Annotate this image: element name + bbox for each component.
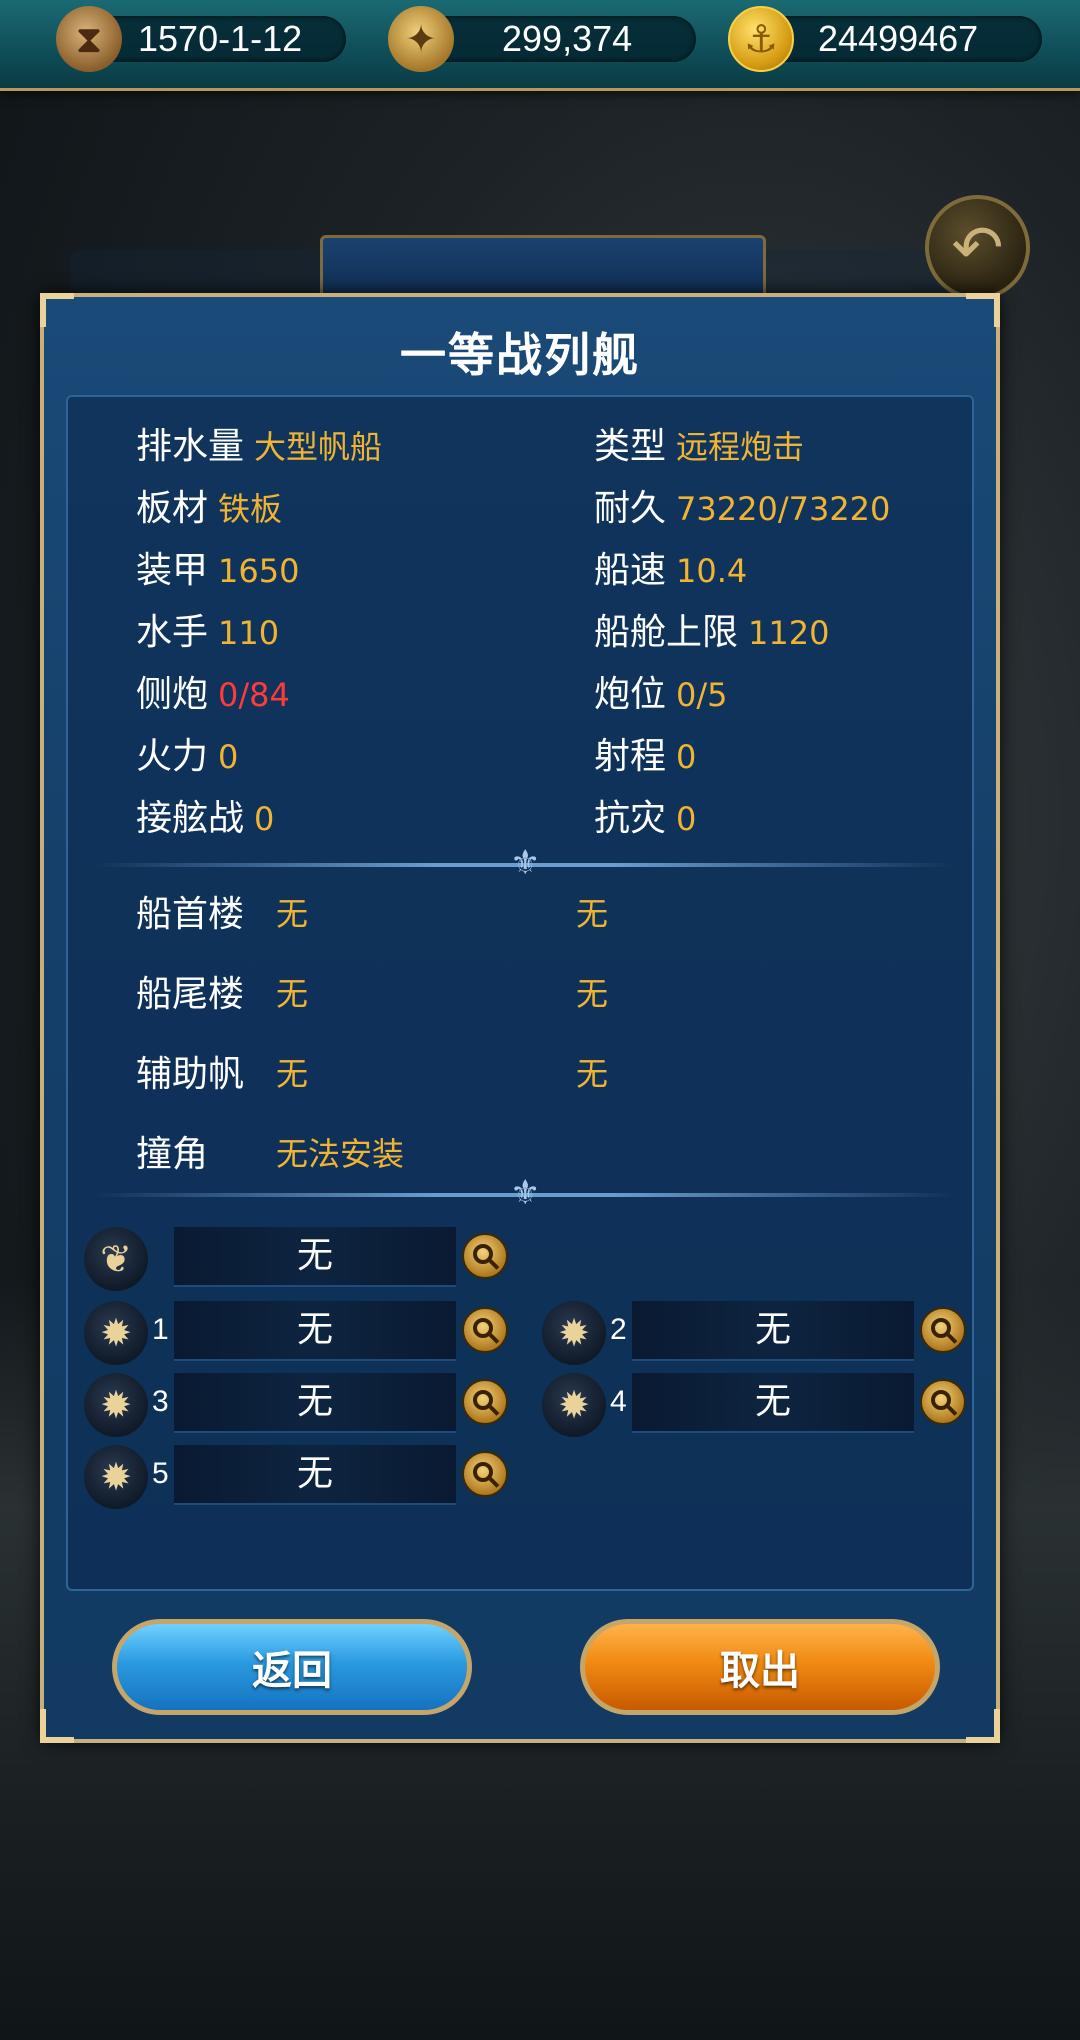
cannon-slot-number: 4: [610, 1385, 627, 1418]
cannon-slot-5-magnify-button[interactable]: [462, 1451, 508, 1497]
hourglass-icon: ⧗: [56, 6, 122, 72]
compass-value: 299,374: [502, 18, 633, 59]
stat-displacement: 排水量 大型帆船: [136, 426, 383, 467]
equip-forecastle-slot1[interactable]: 无: [276, 889, 308, 935]
cannon-slot-1[interactable]: 无: [174, 1301, 456, 1361]
stat-plating: 板材 铁板: [136, 488, 283, 529]
equip-sterncastle-slot1[interactable]: 无: [276, 969, 308, 1015]
cannon-slot-1-magnify-button[interactable]: [462, 1307, 508, 1353]
back-arrow-icon: ↶: [951, 211, 1004, 284]
divider-ornament-icon: ⚜: [510, 1173, 541, 1213]
modal-title: 一等战列舰: [400, 328, 640, 382]
equip-label-ram: 撞角: [136, 1134, 209, 1175]
cannon-slot-number: 5: [152, 1457, 169, 1490]
date-display: 1570-1-12: [88, 16, 346, 62]
equip-forecastle-slot2[interactable]: 无: [576, 889, 608, 935]
cannon-icon: ✹: [84, 1301, 148, 1365]
stat-sailors: 水手 110: [136, 612, 280, 653]
stat-gun-slots: 炮位 0/5: [594, 674, 728, 715]
cannon-slot-2-magnify-button[interactable]: [920, 1307, 966, 1353]
cannon-slot-4[interactable]: 无: [632, 1373, 914, 1433]
cannon-slot-3-magnify-button[interactable]: [462, 1379, 508, 1425]
stat-boarding: 接舷战 0: [136, 798, 275, 839]
cannon-icon: ✹: [542, 1301, 606, 1365]
equip-label-aux-sail: 辅助帆: [136, 1054, 245, 1095]
back-button[interactable]: 返回: [112, 1619, 472, 1715]
cannon-slot-2[interactable]: 无: [632, 1301, 914, 1361]
equip-aux-sail-slot2[interactable]: 无: [576, 1049, 608, 1095]
equip-aux-sail-slot1[interactable]: 无: [276, 1049, 308, 1095]
frame-corner: [966, 1709, 1000, 1743]
stat-armor: 装甲 1650: [136, 550, 300, 591]
stat-broadside-cannons: 侧炮 0/84: [136, 674, 290, 715]
stat-cargo-limit: 船舱上限 1120: [594, 612, 830, 653]
compass-resource: 299,374: [420, 16, 696, 62]
stat-disaster-resist: 抗灾 0: [594, 798, 697, 839]
date-value: 1570-1-12: [138, 18, 303, 59]
stat-type: 类型 远程炮击: [594, 426, 805, 467]
gold-resource: 24499467: [760, 16, 1042, 62]
equip-label-forecastle: 船首楼: [136, 894, 245, 935]
stat-firepower: 火力 0: [136, 736, 239, 777]
equip-label-sterncastle: 船尾楼: [136, 974, 245, 1015]
equip-ram-status: 无法安装: [276, 1135, 405, 1173]
cannon-slot-5[interactable]: 无: [174, 1445, 456, 1505]
divider-ornament-icon: ⚜: [510, 843, 541, 883]
stat-speed: 船速 10.4: [594, 550, 748, 591]
resource-bar: 1570-1-12 ⧗ 299,374 ✦ 24499467 ⚓: [0, 0, 1080, 91]
sail-wing-icon: ❦: [84, 1227, 148, 1291]
ship-detail-modal: 一等战列舰 排水量 大型帆船 板材 铁板 装甲 1650 水手 110 侧炮 0/84 火…: [40, 293, 1000, 1743]
cannon-slot-3[interactable]: 无: [174, 1373, 456, 1433]
cannon-slot-number: 2: [610, 1313, 627, 1346]
cannon-icon: ✹: [84, 1445, 148, 1509]
frame-corner: [40, 1709, 74, 1743]
compass-icon: ✦: [388, 6, 454, 72]
cannon-slot-number: 1: [152, 1313, 169, 1346]
cannon-slot-4-magnify-button[interactable]: [920, 1379, 966, 1425]
cannon-icon: ✹: [84, 1373, 148, 1437]
stat-range: 射程 0: [594, 736, 697, 777]
equip-sterncastle-slot2[interactable]: 无: [576, 969, 608, 1015]
gold-coin-icon: ⚓: [728, 6, 794, 72]
back-arrow-button[interactable]: ↶: [925, 195, 1030, 300]
take-out-button[interactable]: 取出: [580, 1619, 940, 1715]
stat-durability: 耐久 73220/73220: [594, 488, 891, 529]
cannon-slot-number: 3: [152, 1385, 169, 1418]
sail-slot[interactable]: 无: [174, 1227, 456, 1287]
gold-value: 24499467: [818, 18, 979, 59]
cannon-icon: ✹: [542, 1373, 606, 1437]
sail-slot-magnify-button[interactable]: [462, 1233, 508, 1279]
